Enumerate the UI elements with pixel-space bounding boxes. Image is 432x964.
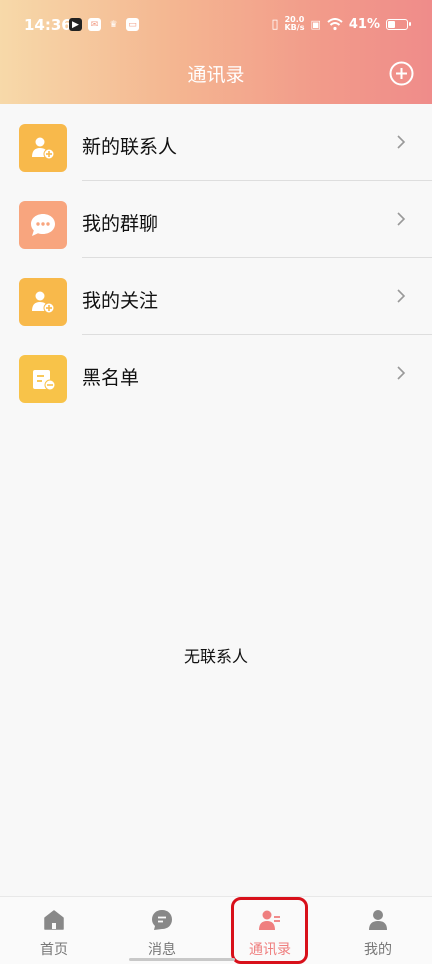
page-title: 通讯录 — [187, 64, 245, 86]
person-add-icon — [19, 124, 67, 172]
tab-label: 我的 — [364, 942, 392, 958]
gallery-notification-icon: ▭ — [126, 18, 139, 31]
message-icon — [152, 910, 172, 930]
person-add-icon — [19, 278, 67, 326]
sim-icon: ▣ — [310, 17, 321, 31]
battery-icon — [386, 18, 411, 30]
mail-notification-icon: ✉ — [88, 18, 101, 31]
menu-item-label: 新的联系人 — [82, 136, 178, 158]
chevron-right-icon — [397, 289, 406, 303]
menu-item-label: 我的关注 — [82, 290, 159, 312]
chevron-right-icon — [397, 366, 406, 380]
vibrate-icon: ▯ — [271, 16, 279, 32]
home-indicator[interactable] — [129, 958, 235, 961]
menu-item-label: 我的群聊 — [82, 213, 159, 235]
status-right: ▯ 20.0 KB/s ▣ 41% — [271, 16, 411, 32]
tab-messages[interactable]: 消息 — [108, 897, 216, 964]
plus-circle-icon[interactable] — [389, 61, 414, 86]
home-icon — [44, 910, 64, 930]
status-time: 14:36 — [24, 16, 72, 34]
chat-bubble-icon — [19, 201, 67, 249]
header: 14:36 ▶ ✉ ♛ ▭ ▯ 20.0 KB/s ▣ 41% 通讯录 — [0, 0, 432, 104]
bottom-tab-bar: 首页 消息 通讯录 我的 — [0, 896, 432, 964]
crown-notification-icon: ♛ — [109, 19, 118, 30]
wifi-icon — [327, 17, 343, 30]
menu-item-my-follows[interactable]: 我的关注 — [0, 258, 432, 335]
menu-item-blacklist[interactable]: 黑名单 — [0, 335, 432, 412]
contacts-menu: 新的联系人 我的群聊 我的关注 黑名单 — [0, 104, 432, 412]
status-bar: 14:36 ▶ ✉ ♛ ▭ ▯ 20.0 KB/s ▣ 41% — [0, 0, 432, 52]
blacklist-icon — [19, 355, 67, 403]
tab-label: 消息 — [148, 942, 176, 958]
tab-home[interactable]: 首页 — [0, 897, 108, 964]
app-notification-icon: ▶ — [69, 18, 82, 31]
menu-item-label: 黑名单 — [82, 367, 140, 389]
chevron-right-icon — [397, 212, 406, 226]
highlight-box — [231, 897, 308, 964]
profile-icon — [369, 910, 387, 930]
battery-percent: 41% — [348, 16, 380, 32]
tab-label: 首页 — [40, 942, 68, 958]
menu-item-my-groups[interactable]: 我的群聊 — [0, 181, 432, 258]
tab-profile[interactable]: 我的 — [324, 897, 432, 964]
chevron-right-icon — [397, 135, 406, 149]
net-speed: 20.0 KB/s — [284, 16, 304, 32]
menu-item-new-contacts[interactable]: 新的联系人 — [0, 104, 432, 181]
net-speed-unit: KB/s — [284, 23, 305, 32]
empty-state-text: 无联系人 — [183, 647, 248, 666]
notification-icons: ▶ ✉ ♛ ▭ — [69, 18, 139, 31]
